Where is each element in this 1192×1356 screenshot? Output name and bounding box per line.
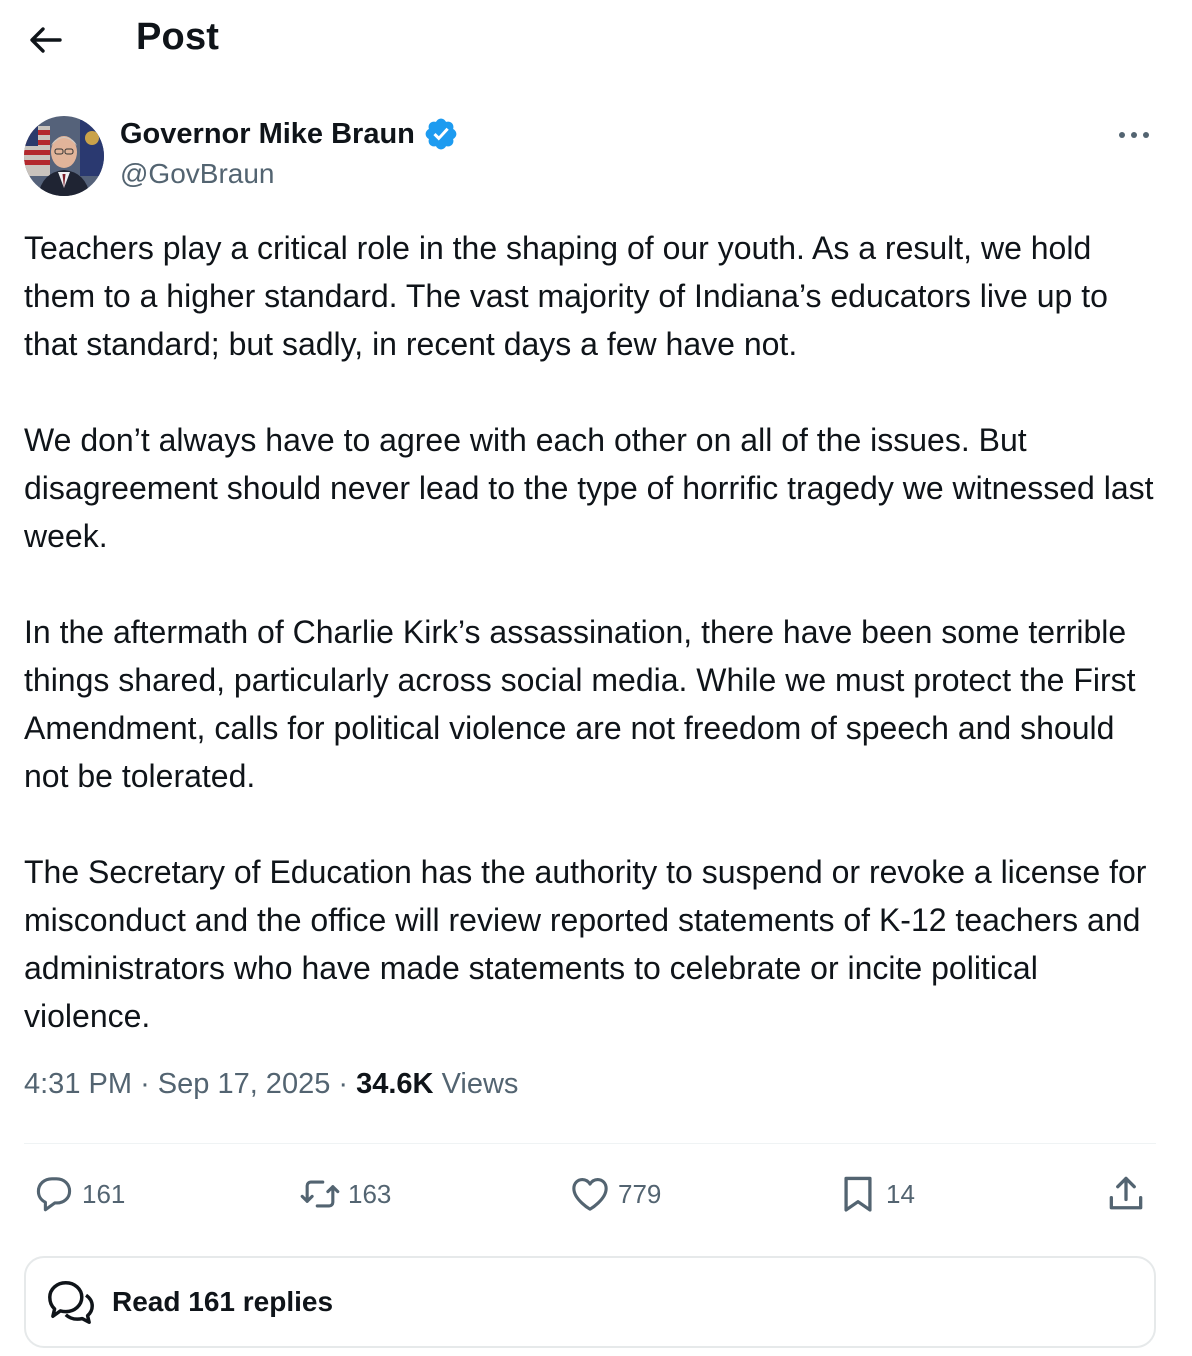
repost-icon (300, 1180, 340, 1208)
author-name-row[interactable]: Governor Mike Braun (120, 116, 459, 152)
verified-badge-icon (425, 118, 457, 150)
read-replies-button[interactable]: Read 161 replies (24, 1256, 1156, 1348)
avatar[interactable] (24, 116, 104, 196)
meta-separator: · (140, 1068, 158, 1100)
bookmark-button[interactable]: 14 (836, 1172, 915, 1216)
author-handle[interactable]: @GovBraun (120, 158, 275, 190)
back-button[interactable] (22, 20, 68, 60)
bookmark-count: 14 (886, 1178, 915, 1209)
post-paragraph: The Secretary of Education has the autho… (24, 854, 1147, 1034)
repost-button[interactable]: 163 (298, 1172, 391, 1216)
heart-icon (572, 1177, 608, 1211)
post-text: Teachers play a critical role in the sha… (24, 224, 1164, 1040)
bookmark-icon (844, 1176, 872, 1212)
author-display-name[interactable]: Governor Mike Braun (120, 118, 415, 151)
share-upload-icon (1109, 1176, 1143, 1210)
reply-bubble-icon (36, 1177, 72, 1212)
share-button[interactable] (1104, 1172, 1148, 1216)
post-time[interactable]: 4:31 PM (24, 1068, 132, 1100)
post-author: Governor Mike Braun @GovBraun (24, 114, 1164, 198)
reply-button[interactable]: 161 (32, 1172, 125, 1216)
like-button[interactable]: 779 (568, 1172, 661, 1216)
divider (24, 1143, 1156, 1144)
more-horizontal-icon (1119, 132, 1149, 138)
meta-separator: · (338, 1068, 357, 1100)
views-label: Views (441, 1068, 519, 1100)
action-bar: 161 163 779 14 (24, 1164, 1156, 1224)
repost-count: 163 (348, 1178, 392, 1209)
post-date[interactable]: Sep 17, 2025 (158, 1068, 331, 1100)
avatar-image (24, 116, 104, 196)
like-count: 779 (618, 1178, 662, 1209)
page-title: Post (136, 16, 220, 58)
post-paragraph: Teachers play a critical role in the sha… (24, 230, 1108, 362)
top-bar: Post (0, 0, 1192, 80)
post-paragraph: We don’t always have to agree with each … (24, 422, 1154, 554)
read-replies-label: Read 161 replies (112, 1286, 334, 1317)
reply-count: 161 (82, 1178, 126, 1209)
post-metadata: 4:31 PM · Sep 17, 2025 · 34.6K Views (24, 1068, 518, 1101)
post-paragraph: In the aftermath of Charlie Kirk’s assas… (24, 614, 1136, 794)
conversation-bubbles-icon (48, 1280, 94, 1324)
views-count: 34.6K (356, 1068, 442, 1100)
arrow-left-icon (30, 27, 62, 53)
more-options-button[interactable] (1114, 120, 1154, 150)
